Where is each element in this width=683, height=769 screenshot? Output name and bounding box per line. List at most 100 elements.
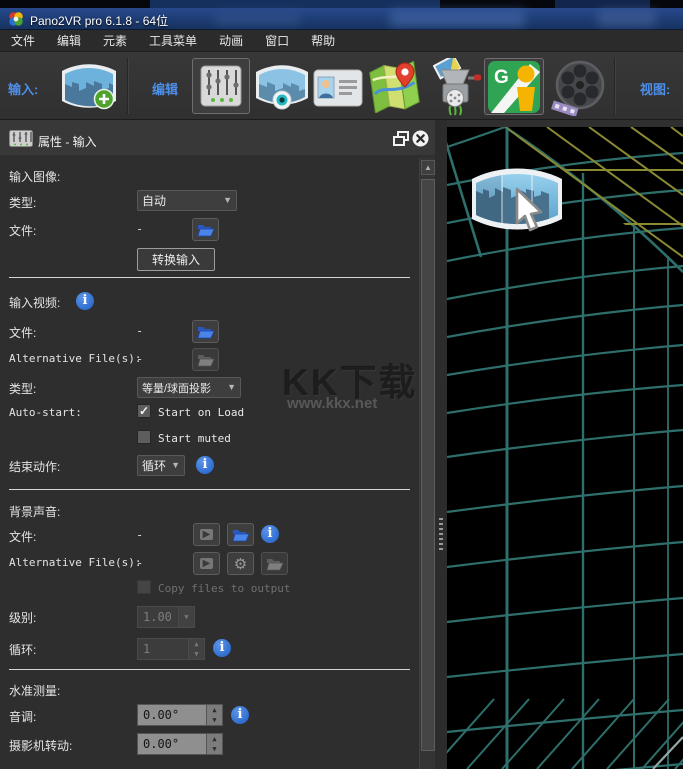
- panel-splitter[interactable]: [435, 120, 447, 769]
- roll-label: 摄影机转动:: [9, 737, 72, 754]
- browse-sound-alt-button: [261, 552, 288, 575]
- type-label: 类型:: [9, 194, 36, 211]
- map-pin-icon: [369, 61, 423, 113]
- loop-info-icon[interactable]: i: [213, 639, 231, 657]
- start-muted-checkbox[interactable]: ✓: [137, 430, 151, 444]
- app-window: Pano2VR pro 6.1.8 - 64位 文件 编辑 元素 工具菜单 动画…: [0, 0, 683, 769]
- convert-input-button[interactable]: 转换输入: [137, 248, 215, 271]
- contact-card-button[interactable]: [312, 68, 364, 108]
- input-label: 输入:: [8, 79, 38, 98]
- menu-tools[interactable]: 工具菜单: [138, 29, 208, 52]
- chevron-down-icon: ▼: [227, 382, 236, 392]
- browse-sound-button[interactable]: [227, 523, 254, 546]
- video-alt-label: Alternative File(s):: [9, 352, 141, 365]
- start-on-load-label: Start on Load: [158, 406, 244, 419]
- grinder-icon: [433, 58, 481, 116]
- video-alt-value: -: [136, 352, 143, 366]
- watermark-url: www.kkx.net: [287, 395, 377, 412]
- start-on-load-checkbox[interactable]: ✓: [137, 404, 151, 418]
- scroll-up-icon[interactable]: ▲: [421, 160, 435, 175]
- image-file-value: -: [136, 222, 143, 236]
- level-spinner: 1.00 ▼: [137, 606, 195, 628]
- image-type-dropdown[interactable]: 自动 ▼: [137, 190, 237, 211]
- video-file-value: -: [136, 324, 143, 338]
- streetview-icon: G: [488, 61, 540, 113]
- splitter-grip-icon: [439, 518, 443, 550]
- scrollbar-thumb[interactable]: [421, 179, 435, 751]
- end-action-dropdown[interactable]: 循环 ▼: [137, 455, 185, 476]
- map-button[interactable]: [368, 60, 424, 114]
- play-sound-button: ▶: [193, 523, 220, 546]
- properties-button[interactable]: [192, 58, 250, 114]
- folder-open-icon: [232, 528, 250, 542]
- transformation-button[interactable]: [432, 58, 482, 116]
- sliders-icon: [200, 65, 242, 107]
- viewport-grid: [447, 127, 683, 769]
- view-label: 视图:: [640, 79, 670, 98]
- menu-animation[interactable]: 动画: [208, 29, 254, 52]
- panorama-eye-icon: [255, 64, 309, 110]
- browse-video-button[interactable]: [192, 320, 219, 343]
- edit-label: 编辑: [152, 79, 178, 98]
- browse-image-button[interactable]: [192, 218, 219, 241]
- video-type-label: 类型:: [9, 380, 36, 397]
- file-label: 文件:: [9, 222, 36, 239]
- panel-header: 属性 - 输入: [0, 120, 435, 155]
- loop-label: 循环:: [9, 641, 36, 658]
- viewport[interactable]: [447, 127, 683, 769]
- copy-files-label: Copy files to output: [158, 582, 290, 595]
- folder-open-icon-disabled: [266, 557, 284, 571]
- streetview-button[interactable]: G: [484, 58, 544, 115]
- loop-spinner: 1 ▲▼: [137, 638, 205, 660]
- end-action-label: 结束动作:: [9, 458, 60, 475]
- sound-info-icon[interactable]: i: [261, 525, 279, 543]
- folder-open-icon: [197, 223, 215, 237]
- add-panorama-button[interactable]: [60, 62, 118, 110]
- play-sound-alt-button: ▶: [193, 552, 220, 575]
- id-card-icon: [313, 69, 363, 107]
- folder-open-icon-disabled: [197, 353, 215, 367]
- copy-files-checkbox: ✓: [137, 580, 151, 594]
- level-label: 级别:: [9, 609, 36, 626]
- output-button[interactable]: [550, 60, 606, 116]
- sound-settings-button: ⚙: [227, 552, 254, 575]
- projection-dropdown[interactable]: 等量/球面投影 ▼: [137, 377, 241, 398]
- roll-spinner[interactable]: 0.00° ▲▼: [137, 733, 223, 755]
- window-title: Pano2VR pro 6.1.8 - 64位: [30, 12, 168, 29]
- close-panel-icon[interactable]: [412, 130, 429, 147]
- pitch-label: 音调:: [9, 708, 36, 725]
- menubar: 文件 编辑 元素 工具菜单 动画 窗口 帮助: [0, 30, 683, 52]
- pitch-info-icon[interactable]: i: [231, 706, 249, 724]
- section-input-video: 输入视频:: [9, 294, 60, 311]
- panorama-add-icon: [61, 62, 117, 110]
- section-input-image: 输入图像:: [9, 168, 60, 185]
- panel-scrollbar[interactable]: ▲: [419, 158, 435, 769]
- autostart-label: Auto-start:: [9, 406, 82, 419]
- float-panel-icon[interactable]: [393, 131, 410, 146]
- start-muted-label: Start muted: [158, 432, 231, 445]
- menu-elements[interactable]: 元素: [92, 29, 138, 52]
- app-logo-icon: [8, 11, 24, 27]
- menu-file[interactable]: 文件: [0, 29, 46, 52]
- pitch-spinner[interactable]: 0.00° ▲▼: [137, 704, 223, 726]
- sound-alt-value: -: [136, 556, 143, 570]
- sound-file-value: -: [136, 528, 143, 542]
- sound-alt-label: Alternative File(s):: [9, 556, 141, 569]
- folder-open-icon: [197, 325, 215, 339]
- menu-help[interactable]: 帮助: [300, 29, 346, 52]
- menu-edit[interactable]: 编辑: [46, 29, 92, 52]
- gear-icon: ⚙: [234, 555, 247, 573]
- video-info-icon[interactable]: i: [76, 292, 94, 310]
- chevron-down-icon: ▼: [171, 460, 180, 470]
- toolbar: 输入: 编辑: [0, 52, 683, 120]
- viewer-button[interactable]: [254, 64, 310, 110]
- film-reel-icon: [550, 60, 606, 116]
- end-action-info-icon[interactable]: i: [196, 456, 214, 474]
- browse-video-alt-button: [192, 348, 219, 371]
- section-bg-sound: 背景声音:: [9, 503, 60, 520]
- chevron-down-icon: ▼: [223, 195, 232, 205]
- properties-panel-icon: [9, 130, 33, 147]
- titlebar[interactable]: Pano2VR pro 6.1.8 - 64位: [0, 8, 683, 30]
- menu-window[interactable]: 窗口: [254, 29, 300, 52]
- svg-text:G: G: [494, 67, 509, 88]
